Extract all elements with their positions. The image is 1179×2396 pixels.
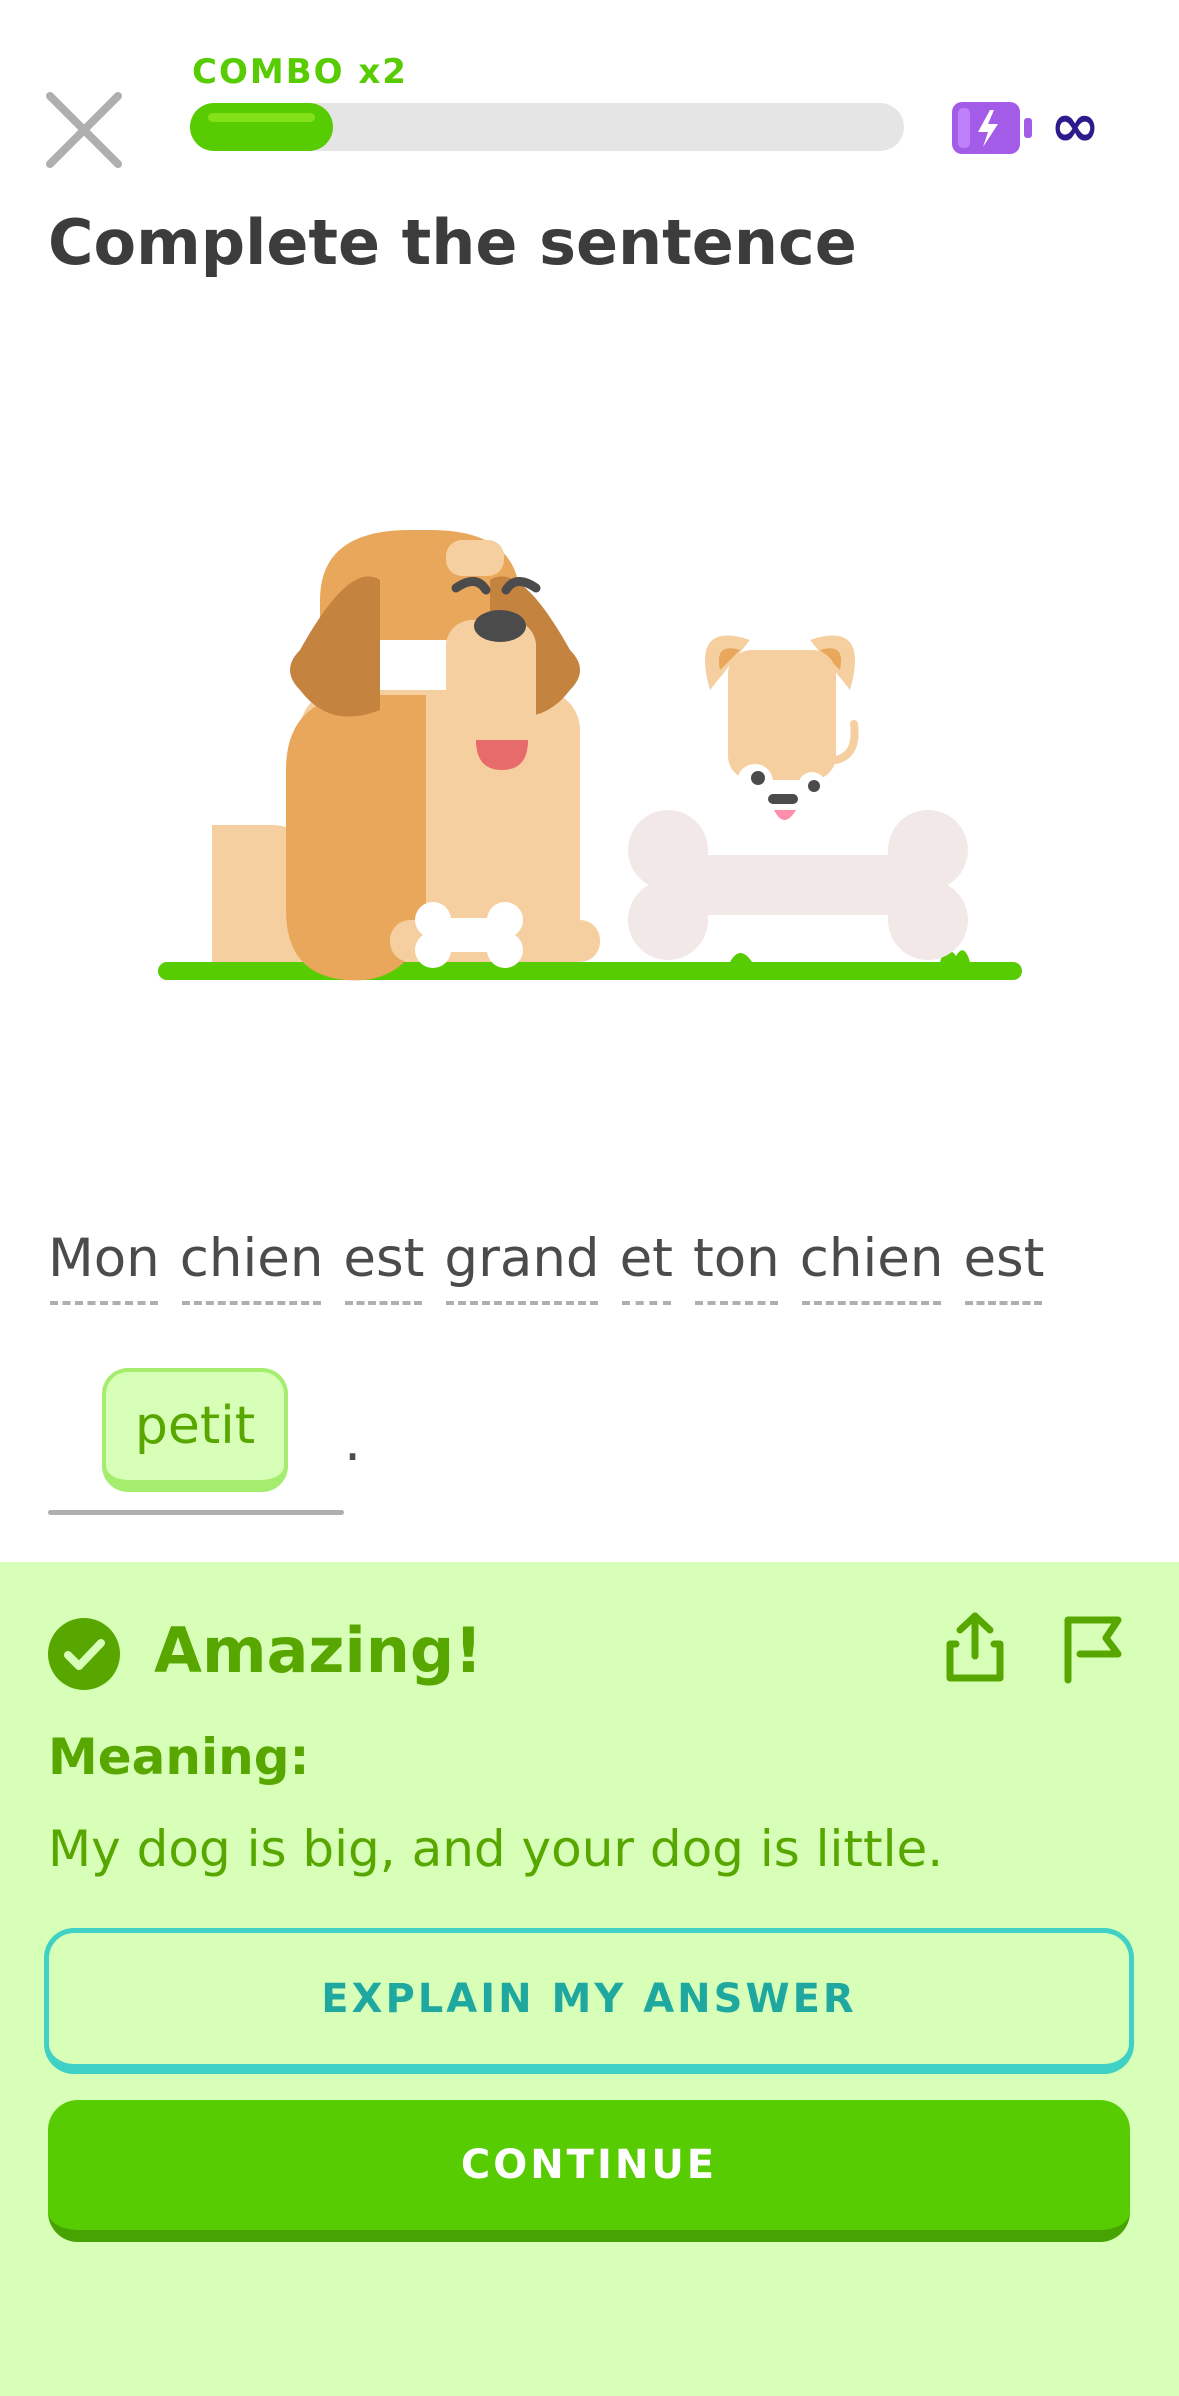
share-icon[interactable] (942, 1610, 1008, 1684)
sentence-word[interactable]: Mon (48, 1228, 160, 1305)
sentence-word[interactable]: ton (693, 1228, 780, 1305)
trailing-period: . (344, 1410, 362, 1473)
meaning-label: Meaning: (48, 1728, 310, 1786)
report-flag-icon[interactable] (1060, 1610, 1126, 1684)
check-circle-icon (48, 1618, 120, 1690)
sentence-word[interactable]: est (963, 1228, 1044, 1305)
small-dog (705, 635, 859, 820)
lesson-progress-bar (190, 103, 904, 151)
sentence-words: Mon chien est grand et ton chien est (48, 1228, 1148, 1305)
sentence-word[interactable]: et (620, 1228, 673, 1305)
explain-my-answer-button[interactable]: EXPLAIN MY ANSWER (44, 1928, 1134, 2074)
ground-line (158, 962, 1022, 980)
dogs-illustration (158, 530, 1022, 981)
energy-battery-icon[interactable] (950, 100, 1034, 156)
page-title: Complete the sentence (48, 206, 857, 279)
sentence-word[interactable]: chien (180, 1228, 323, 1305)
meaning-translation: My dog is big, and your dog is little. (48, 1820, 944, 1878)
sentence-word[interactable]: grand (444, 1228, 600, 1305)
continue-button[interactable]: CONTINUE (48, 2100, 1130, 2242)
answer-chip[interactable]: petit (102, 1368, 288, 1492)
progress-shine (208, 113, 315, 122)
sentence-word[interactable]: chien (800, 1228, 943, 1305)
combo-label: COMBO x2 (192, 52, 408, 92)
big-bone (628, 810, 968, 960)
big-dog (212, 530, 600, 981)
close-icon[interactable] (42, 88, 126, 172)
answer-blank-line (48, 1510, 344, 1515)
infinity-energy-label: ∞ (1050, 91, 1100, 161)
feedback-headline: Amazing! (154, 1614, 483, 1687)
progress-fill (190, 103, 333, 151)
sentence-word[interactable]: est (343, 1228, 424, 1305)
